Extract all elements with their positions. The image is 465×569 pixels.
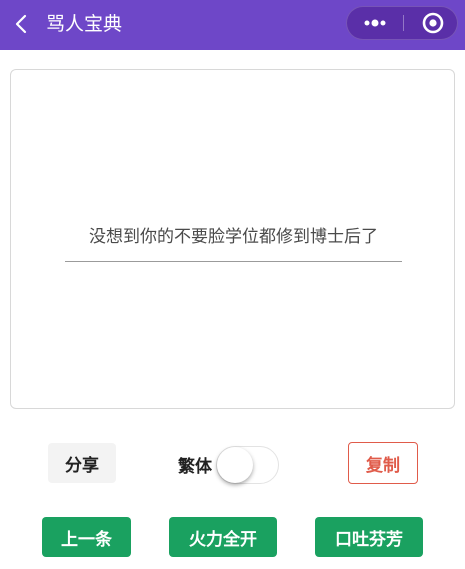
more-dots-icon <box>364 19 386 27</box>
chevron-left-icon[interactable] <box>12 14 32 34</box>
traditional-label: 繁体 <box>178 457 212 477</box>
previous-button[interactable]: 上一条 <box>42 517 131 557</box>
target-close-icon <box>422 12 444 34</box>
page-title: 骂人宝典 <box>46 13 123 35</box>
toggle-knob <box>217 447 253 483</box>
traditional-toggle[interactable] <box>216 446 279 484</box>
share-button[interactable]: 分享 <box>48 443 116 483</box>
top-navigation-bar: 骂人宝典 <box>0 0 465 50</box>
quote-underline <box>65 261 402 262</box>
full-fire-button[interactable]: 火力全开 <box>169 517 277 557</box>
capsule-menu <box>346 6 458 40</box>
copy-button[interactable]: 复制 <box>348 442 418 484</box>
more-button[interactable] <box>347 7 403 39</box>
quote-card: 没想到你的不要脸学位都修到博士后了 <box>10 69 455 409</box>
close-button[interactable] <box>404 7 459 39</box>
quote-text: 没想到你的不要脸学位都修到博士后了 <box>89 227 378 247</box>
fragrant-words-button[interactable]: 口吐芬芳 <box>315 517 423 557</box>
